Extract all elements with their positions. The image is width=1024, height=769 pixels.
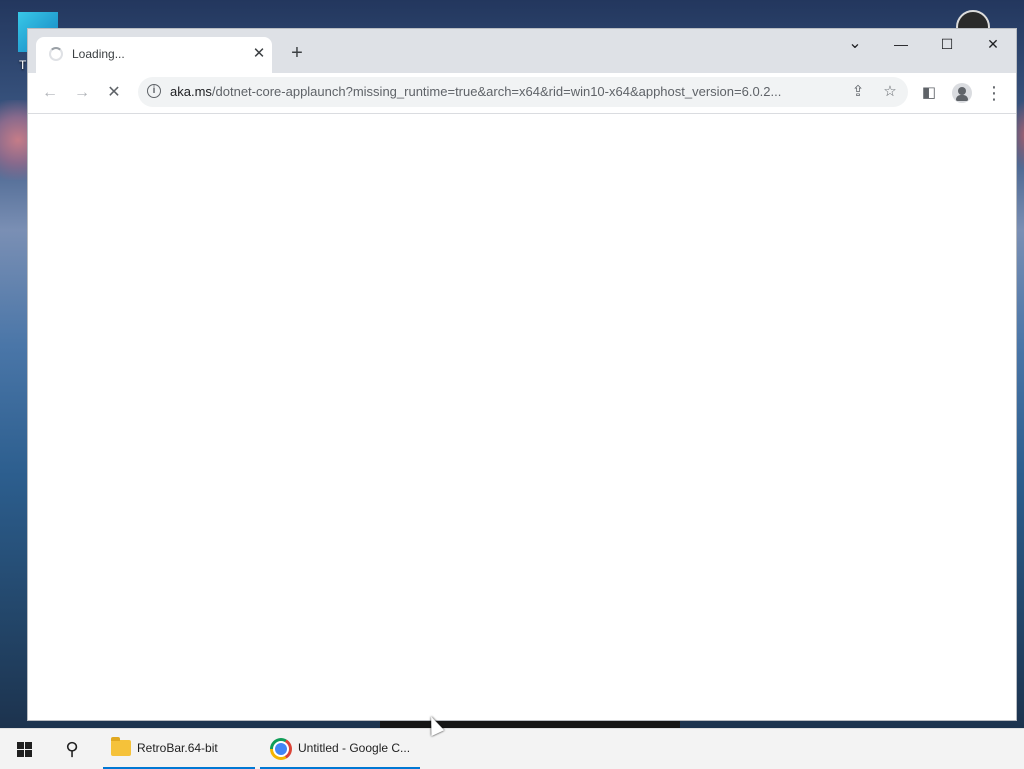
- address-bar[interactable]: i aka.ms/dotnet-core-applaunch?missing_r…: [138, 77, 908, 107]
- tab-search-button[interactable]: ⌄: [832, 29, 878, 59]
- tab-close-button[interactable]: ✕: [250, 45, 268, 63]
- close-window-button[interactable]: ✕: [970, 29, 1016, 59]
- chrome-icon: [270, 738, 292, 760]
- taskbar-item-label: RetroBar.64-bit: [137, 741, 218, 755]
- windows-logo-icon: [17, 742, 32, 757]
- taskbar-item-label: Untitled - Google C...: [298, 741, 411, 755]
- stop-loading-button[interactable]: ✕: [100, 79, 128, 107]
- loading-spinner-icon: [49, 47, 63, 61]
- tab-loading[interactable]: Loading... ✕: [36, 37, 272, 73]
- tab-strip: Loading... ✕ + ⌄ — ☐ ✕: [28, 29, 1016, 73]
- share-icon[interactable]: ⇪: [846, 80, 870, 104]
- new-tab-button[interactable]: +: [285, 41, 309, 65]
- start-button[interactable]: [0, 729, 48, 769]
- profile-avatar-icon[interactable]: [952, 83, 972, 103]
- forward-button[interactable]: →: [68, 79, 96, 107]
- browser-window: Loading... ✕ + ⌄ — ☐ ✕ ← → ✕ i aka.ms/do…: [28, 29, 1016, 720]
- desktop-icon-label: T: [19, 58, 27, 72]
- url-path: /dotnet-core-applaunch?missing_runtime=t…: [211, 84, 782, 99]
- address-url[interactable]: aka.ms/dotnet-core-applaunch?missing_run…: [170, 84, 835, 99]
- url-host: aka.ms: [170, 84, 212, 99]
- browser-toolbar: ← → ✕ i aka.ms/dotnet-core-applaunch?mis…: [28, 73, 1016, 114]
- taskbar-item-chrome[interactable]: Untitled - Google C...: [260, 729, 420, 769]
- back-button[interactable]: ←: [36, 79, 64, 107]
- site-info-icon[interactable]: i: [147, 84, 161, 98]
- menu-kebab-icon[interactable]: ⋮: [980, 79, 1008, 107]
- search-icon[interactable]: ⚲: [50, 729, 94, 769]
- maximize-button[interactable]: ☐: [924, 29, 970, 59]
- folder-icon: [111, 737, 131, 756]
- taskbar: ⚲ RetroBar.64-bit Untitled - Google C...: [0, 728, 1024, 769]
- page-content: [28, 114, 1016, 720]
- minimize-button[interactable]: —: [878, 29, 924, 59]
- bookmark-star-icon[interactable]: ☆: [878, 80, 902, 104]
- tab-title: Loading...: [72, 47, 125, 61]
- side-panel-icon[interactable]: ◧: [915, 79, 943, 107]
- taskbar-item-retrobar[interactable]: RetroBar.64-bit: [103, 729, 255, 769]
